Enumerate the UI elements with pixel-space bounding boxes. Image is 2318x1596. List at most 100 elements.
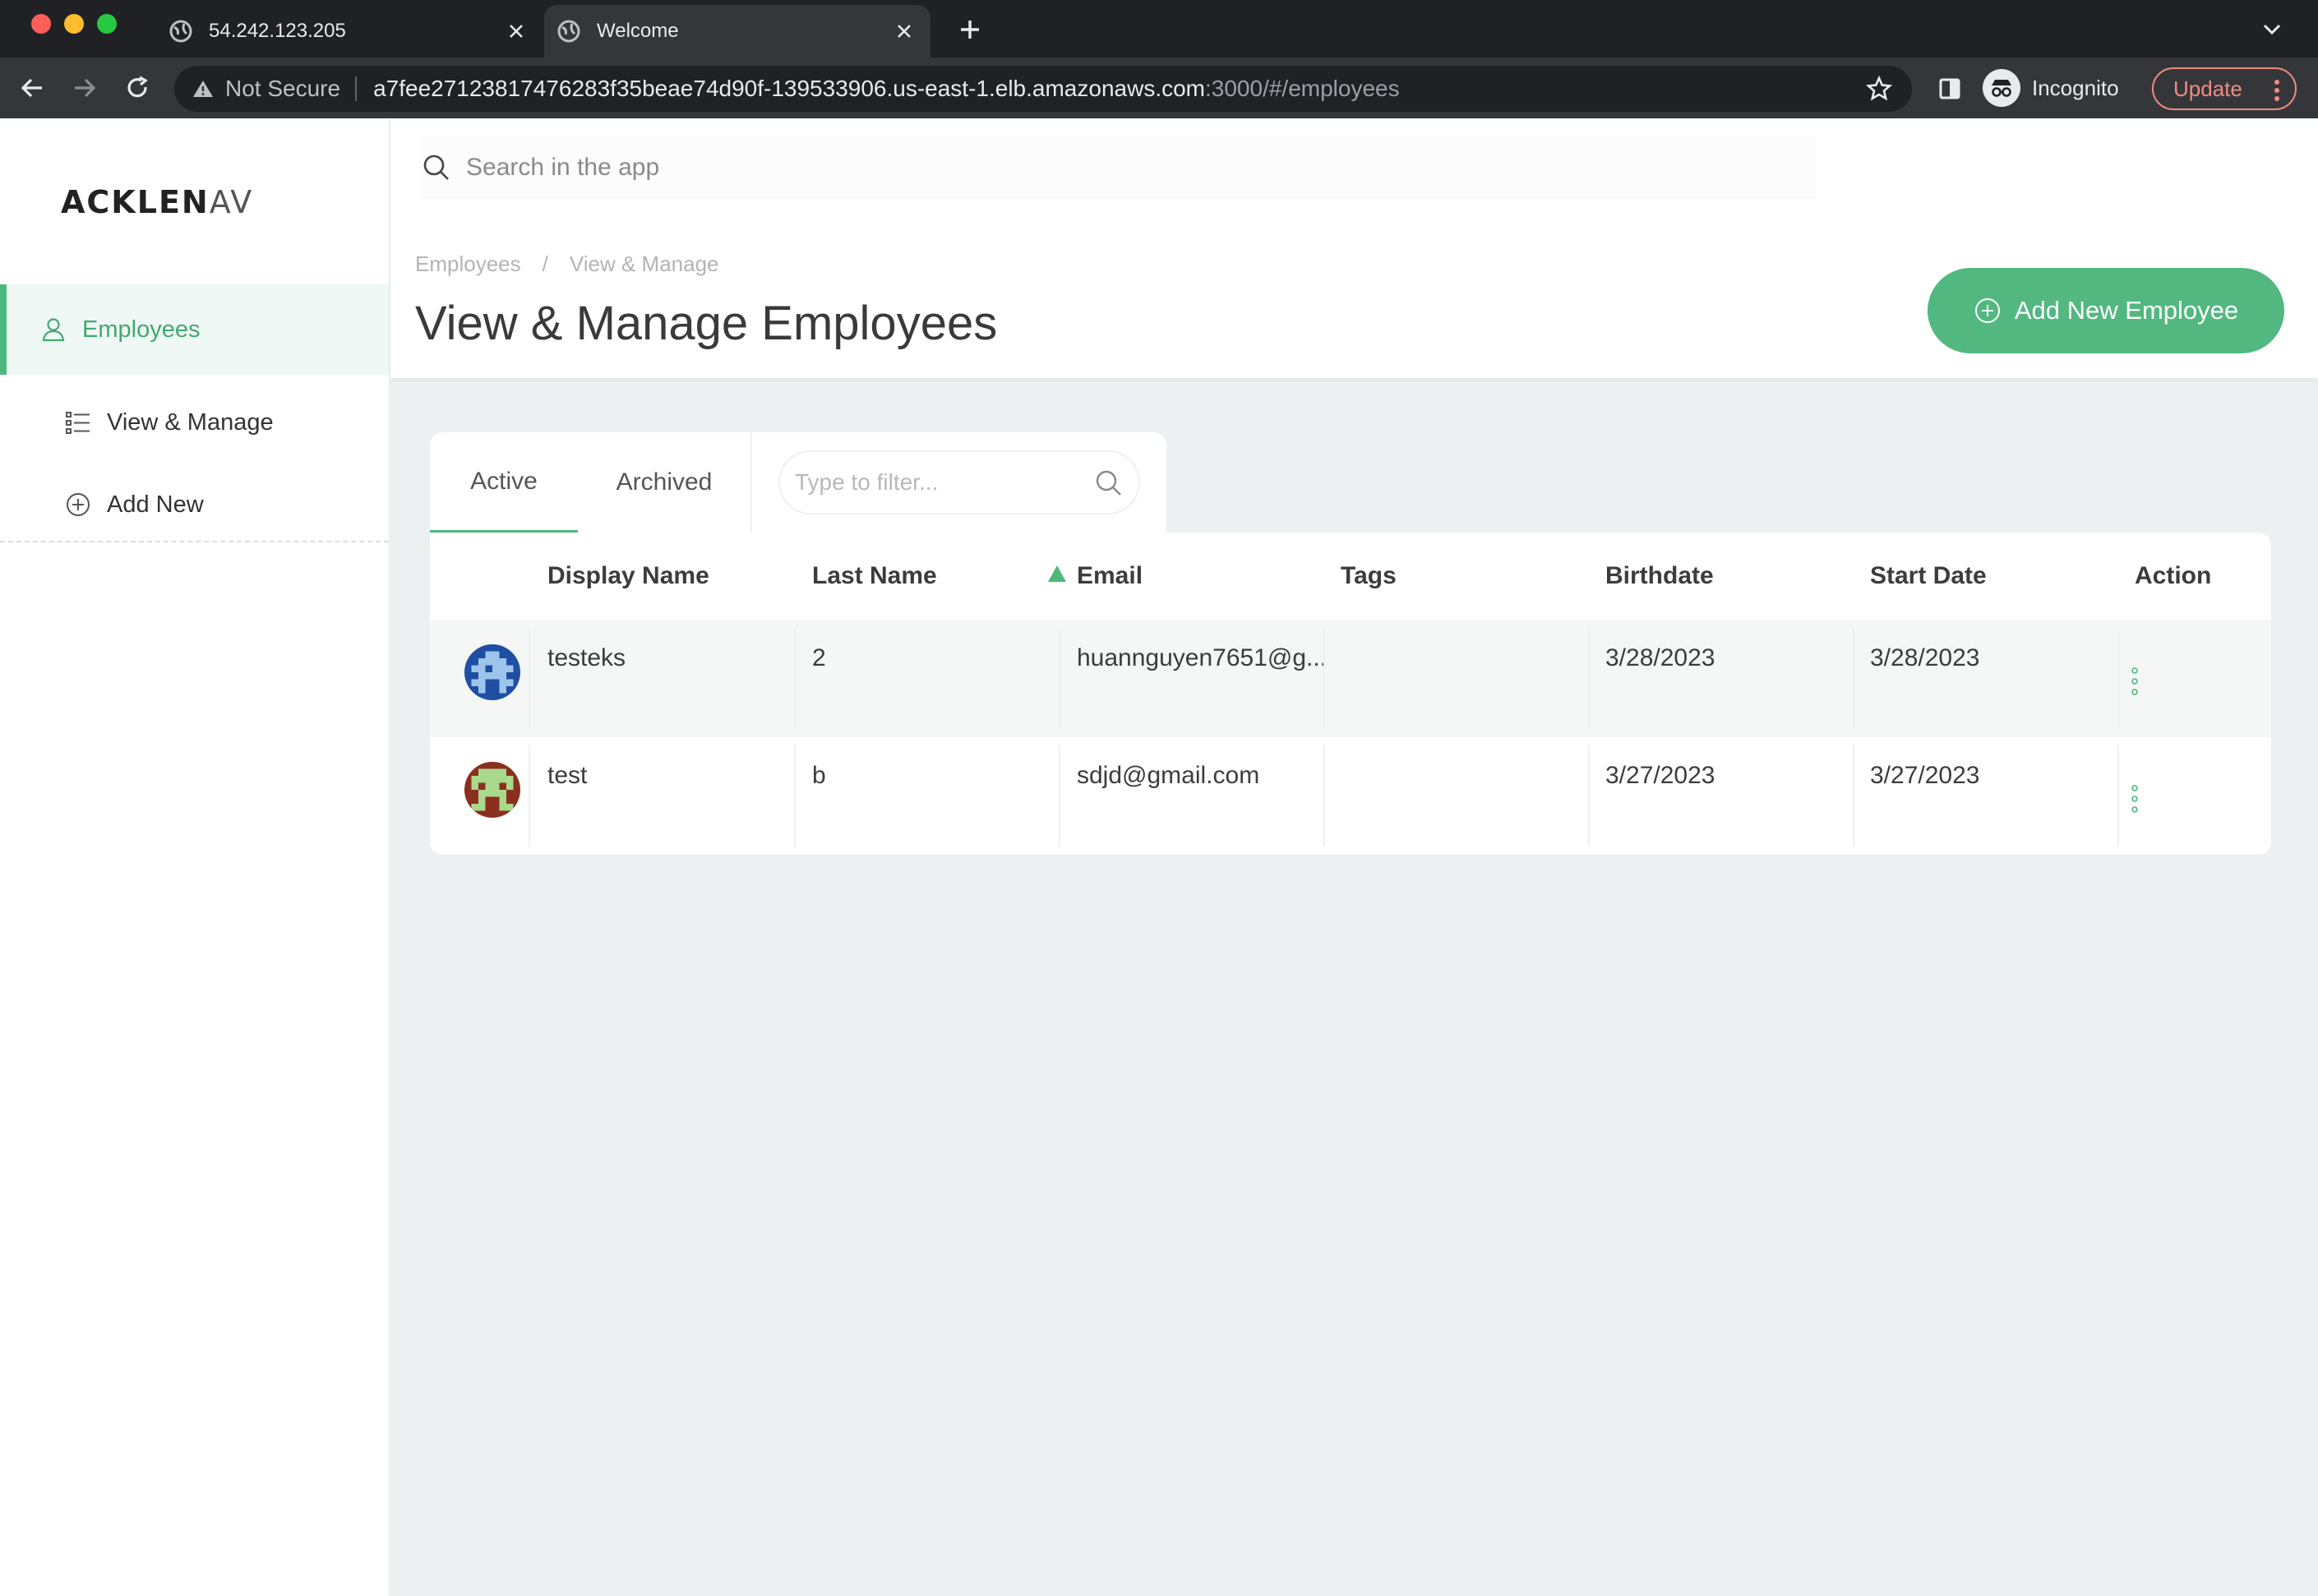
divider xyxy=(2117,745,2119,846)
breadcrumb-separator: / xyxy=(542,251,548,276)
column-header-action: Action xyxy=(2135,562,2212,589)
add-button-label: Add New Employee xyxy=(2014,296,2239,325)
sidebar-item-view-manage[interactable]: View & Manage xyxy=(0,390,389,455)
divider xyxy=(1588,745,1590,846)
employees-table: Display Name Last Name Email Tags Birthd… xyxy=(430,533,2271,855)
browser-tab-1[interactable]: 54.242.123.205 xyxy=(156,5,543,58)
avatar xyxy=(464,644,520,700)
divider xyxy=(1323,628,1325,729)
maximize-window-button[interactable] xyxy=(97,14,117,34)
search-input[interactable] xyxy=(466,154,1699,182)
column-header-display-name[interactable]: Display Name xyxy=(547,533,709,620)
update-button[interactable]: Update xyxy=(2152,67,2297,110)
divider xyxy=(1588,628,1590,729)
divider xyxy=(1059,745,1060,846)
sidebar-item-label: Employees xyxy=(82,316,201,343)
divider xyxy=(1853,745,1854,846)
incognito-icon xyxy=(1983,69,2020,107)
column-header-email[interactable]: Email xyxy=(1077,533,1143,620)
breadcrumb-view-manage[interactable]: View & Manage xyxy=(570,251,719,277)
chevron-down-icon[interactable] xyxy=(2257,16,2287,43)
incognito-indicator[interactable]: Incognito xyxy=(1983,67,2119,108)
avatar xyxy=(464,762,520,818)
table-row[interactable]: testeks 2 huannguyen7651@g... 3/28/2023 … xyxy=(430,620,2271,737)
cell-display-name: test xyxy=(547,762,588,789)
page-header: Employees / View & Manage View & Manage … xyxy=(390,230,2318,378)
cell-birthdate: 3/27/2023 xyxy=(1605,762,1715,789)
url-host: a7fee27123817476283f35beae74d90f-1395339… xyxy=(373,76,1205,101)
new-tab-button[interactable] xyxy=(955,15,985,44)
sidebar-item-employees[interactable]: Employees xyxy=(0,284,389,375)
column-header-birthdate[interactable]: Birthdate xyxy=(1605,533,1714,620)
warning-icon xyxy=(192,79,214,99)
cell-email: huannguyen7651@g... xyxy=(1077,644,1323,671)
filter-box[interactable] xyxy=(778,450,1140,514)
logo-text-light: AV xyxy=(209,184,254,220)
divider xyxy=(1853,628,1854,729)
cell-tags xyxy=(1341,737,1587,855)
back-arrow-icon[interactable] xyxy=(15,71,49,105)
breadcrumb-employees[interactable]: Employees xyxy=(415,251,521,277)
close-window-button[interactable] xyxy=(31,14,51,34)
globe-icon xyxy=(557,19,582,44)
sort-ascending-icon[interactable] xyxy=(1048,565,1066,582)
more-vertical-icon[interactable] xyxy=(2274,79,2280,108)
more-vertical-icon[interactable] xyxy=(2126,778,2143,819)
filter-input[interactable] xyxy=(795,469,1083,496)
plus-circle-icon xyxy=(1974,297,2002,325)
column-header-last-name[interactable]: Last Name xyxy=(812,533,937,620)
sidebar-item-label: Add New xyxy=(107,491,204,518)
divider xyxy=(2117,628,2119,729)
sidebar-item-label: View & Manage xyxy=(107,408,274,436)
bookmark-star-icon[interactable] xyxy=(1865,75,1893,108)
employee-tabs: Active Archived xyxy=(430,432,1166,533)
sidebar: ACKLENAV Employees View & Manage Add New xyxy=(0,118,390,1596)
cell-display-name: testeks xyxy=(547,644,626,671)
table-row[interactable]: test b sdjd@gmail.com 3/27/2023 3/27/202… xyxy=(430,737,2271,855)
plus-circle-icon xyxy=(64,491,92,519)
search-icon[interactable] xyxy=(1094,468,1124,502)
sidebar-item-add-new[interactable]: Add New xyxy=(0,472,389,537)
page-title: View & Manage Employees xyxy=(415,297,998,350)
add-new-employee-button[interactable]: Add New Employee xyxy=(1928,268,2284,353)
address-bar[interactable]: Not Secure a7fee27123817476283f35beae74d… xyxy=(174,66,1912,112)
browser-tab-2[interactable]: Welcome xyxy=(544,5,930,58)
breadcrumb: Employees / View & Manage xyxy=(415,251,719,277)
divider xyxy=(794,745,796,846)
tab-title: Welcome xyxy=(597,20,679,42)
list-icon xyxy=(64,408,92,436)
cell-last-name: b xyxy=(812,762,826,789)
security-label[interactable]: Not Secure xyxy=(225,76,340,102)
close-icon[interactable] xyxy=(889,16,919,46)
cell-birthdate: 3/28/2023 xyxy=(1605,644,1715,671)
close-icon[interactable] xyxy=(501,16,531,46)
table-header: Display Name Last Name Email Tags Birthd… xyxy=(430,533,2271,620)
divider xyxy=(750,432,752,533)
search-icon xyxy=(420,151,453,184)
cell-start-date: 3/27/2023 xyxy=(1870,762,1980,789)
divider xyxy=(0,541,389,542)
logo[interactable]: ACKLENAV xyxy=(61,184,253,220)
logo-text: ACKLEN xyxy=(61,184,210,220)
update-label: Update xyxy=(2173,76,2242,101)
url-path: :3000/#/employees xyxy=(1205,76,1400,101)
divider xyxy=(529,745,530,846)
cell-email: sdjd@gmail.com xyxy=(1077,762,1260,789)
tab-active[interactable]: Active xyxy=(430,432,578,533)
column-header-tags[interactable]: Tags xyxy=(1341,533,1397,620)
person-icon xyxy=(39,316,67,344)
reload-icon[interactable] xyxy=(120,71,155,105)
divider xyxy=(529,628,530,729)
cell-tags xyxy=(1341,620,1587,737)
more-vertical-icon[interactable] xyxy=(2126,661,2143,702)
minimize-window-button[interactable] xyxy=(64,14,84,34)
forward-arrow-icon[interactable] xyxy=(67,71,102,105)
top-bar xyxy=(390,118,2318,230)
column-header-start-date[interactable]: Start Date xyxy=(1870,533,1987,620)
side-panel-icon[interactable] xyxy=(1935,74,1965,104)
divider xyxy=(1059,628,1060,729)
divider xyxy=(794,628,796,729)
app-search[interactable] xyxy=(420,136,1817,199)
tab-archived[interactable]: Archived xyxy=(578,432,750,533)
divider xyxy=(355,76,358,101)
